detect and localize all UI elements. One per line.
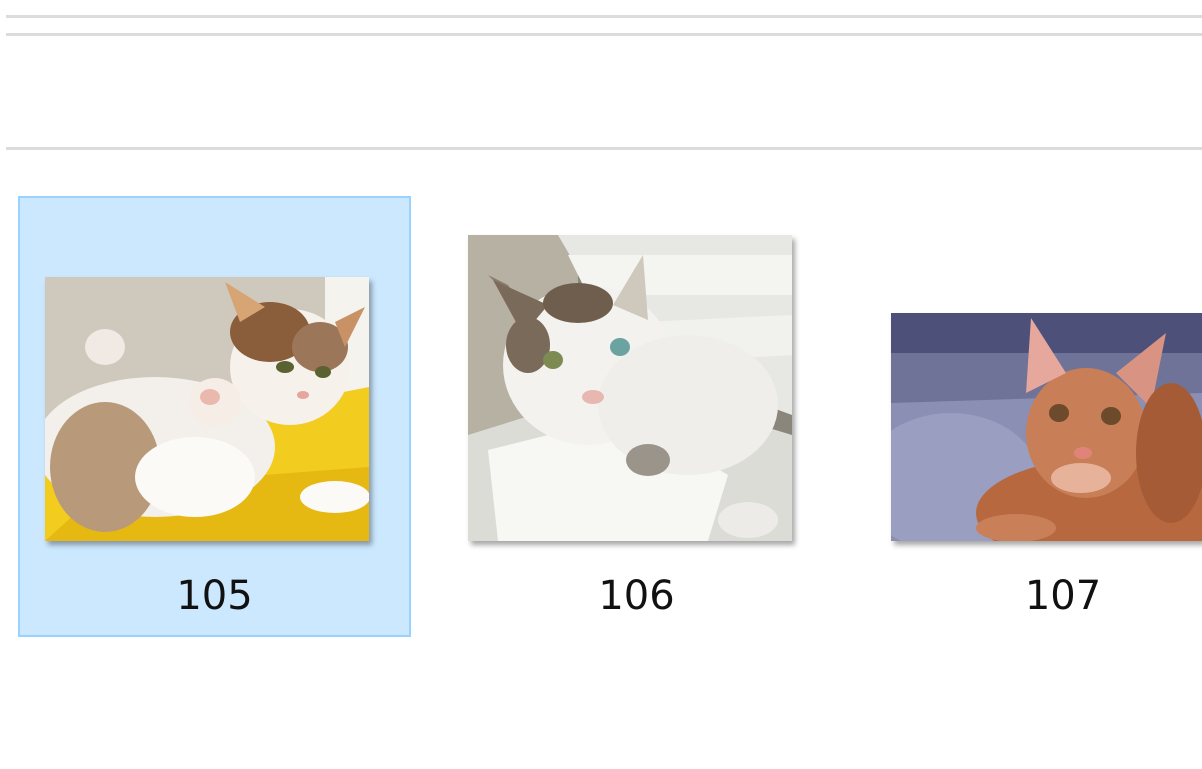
header-divider-middle	[6, 33, 1202, 36]
header-divider-top	[6, 15, 1202, 18]
cat-photo-icon[interactable]	[891, 313, 1202, 541]
file-name-label: 106	[598, 573, 675, 619]
header-divider-bottom	[6, 147, 1202, 150]
file-name-label: 107	[1024, 573, 1102, 619]
file-name-label: 105	[176, 573, 253, 619]
cat-photo-icon[interactable]	[468, 235, 792, 541]
cat-photo-icon[interactable]	[45, 277, 369, 541]
